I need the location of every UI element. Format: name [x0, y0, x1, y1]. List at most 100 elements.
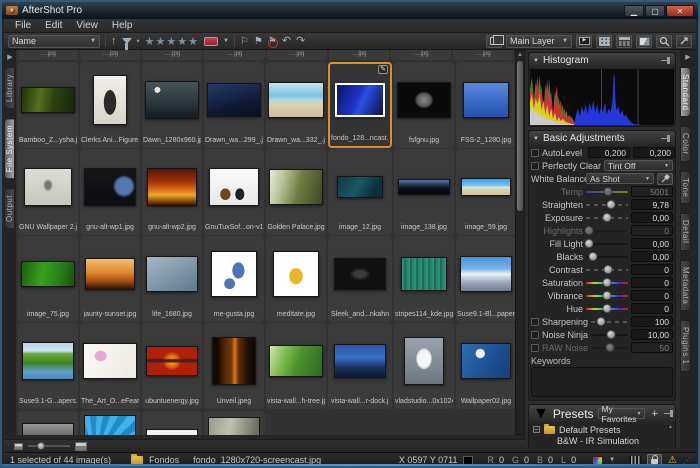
slider-handle[interactable]	[603, 265, 612, 274]
slider[interactable]	[591, 317, 628, 326]
slider-handle[interactable]	[588, 252, 597, 261]
thumbnail-cell[interactable]: vista-wall...h-tree.jpg	[266, 323, 326, 409]
thumbnail-cell[interactable]: Suse9.1-G...apers.jpg	[18, 323, 78, 409]
color-profile-icon[interactable]	[592, 456, 603, 465]
presets-header[interactable]: ▼ Presets My Favorites▼ +	[529, 405, 675, 422]
slider-handle[interactable]	[603, 291, 612, 300]
thumbnail-cell[interactable]: ✎fondo_128...ncast.jpg	[328, 62, 392, 148]
folder-name[interactable]: Fondos	[149, 455, 179, 465]
slider[interactable]	[591, 330, 628, 339]
thumbnail-cell[interactable]: Suse9.1-Bl...papers.jpg	[456, 236, 515, 322]
large-thumbnail-icon[interactable]	[75, 442, 87, 451]
slider[interactable]	[586, 239, 628, 248]
thumbnail-cell[interactable]: image_12.jpg	[328, 149, 392, 235]
thumbnail-view-icon[interactable]	[596, 35, 612, 48]
slider-handle[interactable]	[597, 317, 606, 326]
slider-handle[interactable]	[603, 304, 612, 313]
basic-adjustments-header[interactable]: ▼ Basic Adjustments	[529, 131, 675, 146]
thumbnail-cell[interactable]: vladstudio...0x1024.jpg	[394, 323, 454, 409]
value-field[interactable]: 0	[631, 277, 673, 288]
flag-review-icon[interactable]: ⚑	[254, 36, 263, 47]
slider[interactable]	[586, 304, 628, 313]
histogram-header[interactable]: ▼ Histogram	[529, 53, 675, 68]
thumbnail-cell[interactable]: Bamboo_Z...ysha.jpg	[18, 62, 78, 148]
slider[interactable]	[586, 265, 628, 274]
thumbnail-cell[interactable]: GnuTuxSof...on-v1.jpg	[204, 149, 264, 235]
collapse-right-panel-icon[interactable]: ▶	[685, 53, 690, 61]
thumbnail-cell[interactable]	[18, 411, 78, 435]
edit-badge-icon[interactable]: ✎	[378, 65, 388, 74]
menu-help[interactable]: Help	[105, 20, 140, 31]
tab-file-system[interactable]: File System	[4, 118, 15, 179]
value-field[interactable]: 100	[631, 316, 673, 327]
add-preset-button[interactable]: +	[651, 408, 657, 420]
rating-none-icon[interactable]: •	[137, 36, 140, 46]
tab-tone[interactable]: Tone	[680, 171, 691, 204]
image-view-icon[interactable]	[636, 35, 652, 48]
value-field[interactable]: 9,78	[631, 199, 673, 210]
magnifier-icon[interactable]	[656, 35, 672, 48]
checkbox[interactable]	[531, 331, 539, 339]
browse-view-icon[interactable]	[616, 35, 632, 48]
collapse-icon[interactable]: ▼	[533, 405, 549, 423]
grid-scrollbar[interactable]: ▲	[515, 50, 525, 435]
collapse-left-panel-icon[interactable]: ▶	[7, 53, 12, 61]
thumbnail-cell[interactable]: Drawn_wa...299_.jpg	[204, 62, 264, 148]
layers-icon[interactable]	[486, 35, 502, 48]
maximize-button[interactable]: ▢	[645, 5, 665, 17]
filter-icon[interactable]	[122, 38, 132, 44]
title-bar[interactable]: AfterShot Pro ▁ ▢ ✕	[2, 2, 698, 19]
sort-direction-icon[interactable]: ↑	[111, 35, 117, 47]
checkbox[interactable]	[531, 162, 539, 170]
scroll-up-icon[interactable]: ▲	[668, 424, 673, 430]
preset-item[interactable]: B&W - Simple	[533, 446, 675, 448]
warning-icon[interactable]: ⚠	[668, 455, 677, 466]
pin-icon[interactable]	[661, 57, 671, 64]
menu-file[interactable]: File	[8, 20, 38, 31]
collapse-icon[interactable]: ▼	[533, 136, 539, 142]
thumbnail-cell[interactable]: Golden Palace.jpg	[266, 149, 326, 235]
menu-view[interactable]: View	[69, 20, 105, 31]
thumbnail-cell[interactable]: image_138.jpg	[394, 149, 454, 235]
thumbnail-cell[interactable]: ubuntuenergy.jpg	[142, 323, 202, 409]
slider[interactable]	[586, 213, 628, 222]
scroll-up-icon[interactable]: ▲	[516, 52, 524, 58]
layer-dropdown[interactable]: Main Layer▼	[506, 35, 572, 48]
slider-handle[interactable]	[37, 442, 45, 450]
menu-edit[interactable]: Edit	[38, 20, 69, 31]
resize-grip[interactable]: ⋰	[683, 456, 690, 465]
pin-icon[interactable]	[661, 135, 671, 142]
value-field[interactable]: 0,00	[631, 251, 673, 262]
dropdown[interactable]: As Shot▼	[586, 173, 654, 184]
tab-library[interactable]: Library	[4, 67, 15, 109]
thumbnail-cell[interactable]: fsfgnu.jpg	[394, 62, 454, 148]
minimize-button[interactable]: ▁	[624, 5, 644, 17]
slider-handle[interactable]	[584, 226, 593, 235]
star-icon[interactable]: ★★★★★	[145, 35, 199, 48]
flag-icon[interactable]: ⚐	[240, 36, 249, 47]
thumbnail-cell[interactable]: GNU Wallpaper 2.jpg	[18, 149, 78, 235]
tab-metadata[interactable]: Metadata	[680, 260, 691, 311]
preset-item[interactable]: –Default Presets	[533, 424, 675, 435]
slider-handle[interactable]	[607, 330, 616, 339]
slideshow-icon[interactable]	[576, 35, 592, 48]
chevron-down-icon[interactable]: ▼	[609, 457, 615, 463]
value-field[interactable]: 0,00	[631, 238, 673, 249]
value-field[interactable]: 0	[631, 303, 673, 314]
thumbnail-cell[interactable]: life_1680.jpg	[142, 236, 202, 322]
slider[interactable]	[591, 343, 628, 352]
small-thumbnail-icon[interactable]	[14, 443, 23, 450]
color-label-swatch[interactable]	[204, 37, 218, 46]
tab-plugins-1[interactable]: Plugins 1	[680, 320, 691, 371]
collapse-minus-icon[interactable]: –	[533, 426, 540, 433]
thumbnail-cell[interactable]: stripes114_kde.jpg	[394, 236, 454, 322]
thumbnail-cell[interactable]: jaunty-sunset.jpg	[80, 236, 140, 322]
slider[interactable]	[586, 226, 628, 235]
flag-reject-icon[interactable]: ⚑	[268, 36, 277, 47]
value-field[interactable]: 5001	[631, 186, 673, 197]
eyedropper-button[interactable]	[657, 173, 673, 185]
thumbnail-cell[interactable]: Clerks Ani...Figure.jpg	[80, 62, 140, 148]
slider[interactable]	[586, 252, 628, 261]
thumbnail-cell[interactable]: image_59.jpg	[456, 149, 515, 235]
thumbnail-cell[interactable]: FSS-2_1280.jpg	[456, 62, 515, 148]
